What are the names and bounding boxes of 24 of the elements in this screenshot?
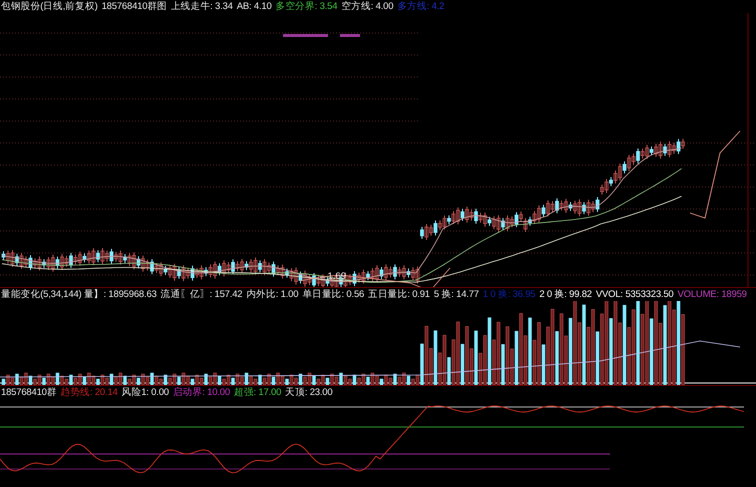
indicator-value: 5 换: 14.77 (434, 288, 479, 301)
indicator-value: 量能变化(5,34,144) 量】: 1895968.63 (1, 288, 157, 301)
indicator-value: 上线走牛: 3.34 (170, 0, 233, 13)
indicator-value: 多空分界: 3.54 (276, 0, 338, 13)
indicator-value: 1 0 换: 36.95 (482, 288, 536, 301)
stock-title: 包钢股份(日线,前复权) (1, 0, 98, 13)
indicator-value: 风险1: 0.00 (122, 386, 169, 399)
indicator-value: 天顶: 23.00 (285, 386, 332, 399)
indicator-value: 2 0 换: 99.82 (539, 288, 592, 301)
indicator-value: 超强: 17.00 (234, 386, 282, 399)
indicator-value: 五日量比: 0.91 (368, 288, 430, 301)
indicator-value: 多方线: 4.2 (397, 0, 444, 13)
low-price-label: ←1.69 (318, 271, 346, 282)
indicator-value: 内外比: 1.00 (246, 288, 298, 301)
indicator-value: VOLUME: 18959 (678, 289, 747, 300)
indicator-value: VVOL: 5353323.50 (596, 289, 674, 300)
indicator-value: 单日量比: 0.56 (302, 288, 364, 301)
indicator-value: 流通〖亿〗: 157.42 (160, 288, 242, 301)
formula-name: 185768410群图 (102, 0, 167, 13)
indicator-value: 空方线: 4.00 (341, 0, 394, 13)
indicator-value: 启动界: 10.00 (172, 386, 230, 399)
indicator-value: 185768410群 (1, 386, 57, 399)
indicator-value: 趋势线: 20.14 (60, 386, 118, 399)
indicator-value: AB: 4.10 (236, 1, 272, 12)
